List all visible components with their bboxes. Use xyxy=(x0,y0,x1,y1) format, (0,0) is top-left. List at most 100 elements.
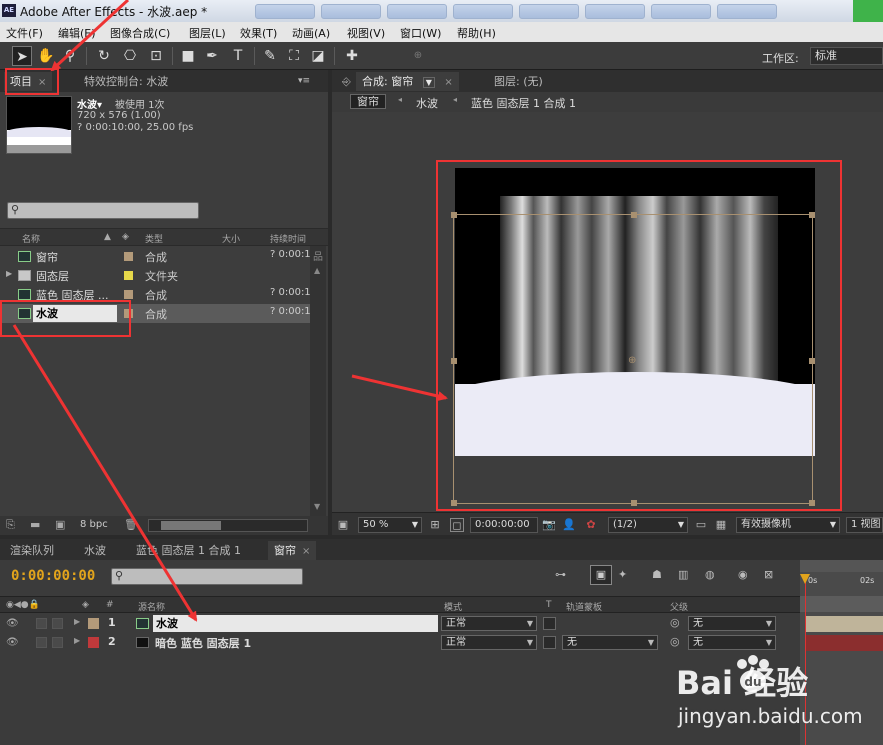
lock-icon[interactable]: ⎆ xyxy=(336,72,357,91)
snapshot-camera-icon[interactable]: 📷 xyxy=(542,518,556,532)
new-composition-icon[interactable]: ▣ xyxy=(55,518,65,531)
zoom-select[interactable]: 50 % ▼ xyxy=(358,517,422,533)
project-search-input[interactable]: ⚲ xyxy=(7,202,199,219)
layer-name[interactable]: 水波 xyxy=(153,615,438,632)
draft-3d-icon[interactable]: ✦ xyxy=(618,568,627,581)
bit-depth-button[interactable]: 8 bpc xyxy=(80,519,108,530)
parent-select[interactable]: 无 ▼ xyxy=(688,635,776,650)
project-item-solids-folder[interactable]: ▶ 固态层 文件夹 xyxy=(0,266,310,285)
menu-view[interactable]: 视图(V) xyxy=(347,25,385,41)
eye-icon[interactable]: 👁 xyxy=(6,637,19,648)
eraser-icon[interactable]: ◪ xyxy=(308,46,328,66)
expand-arrow-icon[interactable]: ▶ xyxy=(74,617,80,626)
expand-arrow-icon[interactable]: ▶ xyxy=(74,636,80,645)
comp-mini-flowchart-icon[interactable]: ⊶ xyxy=(555,568,566,581)
project-vertical-scrollbar[interactable]: 品 ▲ ▼ xyxy=(310,246,326,516)
pen-icon[interactable]: ✒ xyxy=(202,46,222,66)
chevron-down-icon[interactable]: ▼ xyxy=(422,77,435,88)
work-area-bar[interactable] xyxy=(800,596,883,612)
timeline-timecode[interactable]: 0:00:00:00 xyxy=(11,568,95,584)
window-control[interactable] xyxy=(853,0,883,22)
col-mode[interactable]: 模式 xyxy=(444,600,462,613)
transparency-grid-icon[interactable]: ▦ xyxy=(714,518,728,532)
rotate-icon[interactable]: ↻ xyxy=(94,46,114,66)
hide-shy-layers-icon[interactable]: ☗ xyxy=(652,568,662,581)
menu-effect[interactable]: 效果(T) xyxy=(240,25,277,41)
camera-orbit-icon[interactable]: ⎔ xyxy=(120,46,140,66)
layer-duration-bar[interactable] xyxy=(805,635,883,651)
taskbar-tab[interactable] xyxy=(321,4,381,19)
tab-effect-controls[interactable]: 特效控制台: 水波 xyxy=(78,72,174,91)
motion-blur-icon[interactable]: ◍ xyxy=(705,568,715,581)
puppet-pin-icon[interactable]: ✚ xyxy=(342,46,362,66)
hand-icon[interactable]: ✋ xyxy=(36,46,56,66)
close-icon[interactable]: × xyxy=(302,546,310,557)
col-duration[interactable]: 持续时间 xyxy=(270,232,306,245)
item-name[interactable]: 水波▾ xyxy=(77,96,102,111)
menu-layer[interactable]: 图层(L) xyxy=(189,25,226,41)
panel-menu-icon[interactable]: ▾≡ xyxy=(292,72,316,91)
menu-edit[interactable]: 编辑(E) xyxy=(58,25,96,41)
brainstorm-icon[interactable]: ◉ xyxy=(738,568,748,581)
color-channel-icon[interactable]: ✿ xyxy=(584,518,598,532)
layer-name[interactable]: 暗色 蓝色 固态层 1 xyxy=(155,635,251,651)
trash-icon[interactable]: 🗑 xyxy=(124,518,138,531)
solo-switch[interactable] xyxy=(36,618,47,629)
preserve-transparency-checkbox[interactable] xyxy=(543,617,556,630)
flowchart-icon[interactable]: 品 xyxy=(313,248,323,263)
always-preview-icon[interactable]: ▣ xyxy=(336,518,350,532)
interpret-footage-icon[interactable]: ⎘ xyxy=(6,518,15,532)
camera-select[interactable]: 有效摄像机 ▼ xyxy=(736,517,840,533)
rectangle-mask-icon[interactable]: ■ xyxy=(178,46,198,66)
tab-layer[interactable]: 图层: (无) xyxy=(488,72,549,91)
label-tag-icon[interactable]: ◈ xyxy=(122,232,129,242)
col-name[interactable]: 名称 xyxy=(22,232,40,245)
scroll-up-icon[interactable]: ▲ xyxy=(314,266,320,275)
show-snapshot-icon[interactable]: 👤 xyxy=(562,518,576,532)
menu-animation[interactable]: 动画(A) xyxy=(292,25,330,41)
taskbar-tab[interactable] xyxy=(651,4,711,19)
breadcrumb-item-curtain[interactable]: 窗帘 xyxy=(350,94,386,109)
text-icon[interactable]: T xyxy=(228,46,248,66)
menu-help[interactable]: 帮助(H) xyxy=(457,25,496,41)
layer-mode-select[interactable]: 正常 ▼ xyxy=(441,616,537,631)
pick-whip-icon[interactable]: ◎ xyxy=(670,635,680,648)
lock-switch[interactable] xyxy=(52,637,63,648)
taskbar-tab[interactable] xyxy=(453,4,513,19)
region-of-interest-icon[interactable]: ▭ xyxy=(694,518,708,532)
layer-duration-bar[interactable] xyxy=(805,616,883,632)
live-update-icon[interactable]: ▣ xyxy=(590,565,612,585)
label-tag-icon[interactable]: ◈ xyxy=(82,600,89,610)
menu-file[interactable]: 文件(F) xyxy=(6,25,43,41)
project-horizontal-scrollbar[interactable] xyxy=(148,519,308,532)
scroll-down-icon[interactable]: ▼ xyxy=(314,502,320,511)
track-matte-select[interactable]: 无 ▼ xyxy=(562,635,658,650)
breadcrumb-item-water[interactable]: 水波 xyxy=(416,95,438,111)
label-color[interactable] xyxy=(88,637,99,648)
sort-icon[interactable]: ▲ xyxy=(104,232,111,242)
parent-select[interactable]: 无 ▼ xyxy=(688,616,776,631)
zoom-icon[interactable]: ⚲ xyxy=(60,46,80,66)
col-track-matte[interactable]: 轨道蒙板 xyxy=(566,600,602,613)
label-color[interactable] xyxy=(124,271,133,280)
view-layout-select[interactable]: 1 视图 xyxy=(846,517,883,533)
resolution-select[interactable]: (1/2) ▼ xyxy=(608,517,688,533)
taskbar-tab[interactable] xyxy=(585,4,645,19)
taskbar-tab[interactable] xyxy=(387,4,447,19)
current-time-display[interactable]: 0:00:00:00 xyxy=(470,517,538,533)
tab-blue-solid-comp[interactable]: 蓝色 固态层 1 合成 1 xyxy=(130,541,247,560)
timeline-search-input[interactable]: ⚲ xyxy=(111,568,303,585)
tab-water-wave[interactable]: 水波 xyxy=(78,541,112,560)
workspace-select[interactable]: 标准 xyxy=(810,47,883,65)
expand-arrow-icon[interactable]: ▶ xyxy=(6,269,12,278)
col-type[interactable]: 类型 xyxy=(145,232,163,245)
eye-icon[interactable]: 👁 xyxy=(6,618,19,629)
new-folder-icon[interactable]: ▬ xyxy=(30,518,40,531)
col-size[interactable]: 大小 xyxy=(222,232,240,245)
menu-composition[interactable]: 图像合成(C) xyxy=(110,25,170,41)
label-color[interactable] xyxy=(124,252,133,261)
clone-stamp-icon[interactable]: ⛶ xyxy=(284,46,304,66)
taskbar-tab[interactable] xyxy=(519,4,579,19)
brush-icon[interactable]: ✎ xyxy=(260,46,280,66)
grid-guides-icon[interactable]: ⊞ xyxy=(428,518,442,532)
